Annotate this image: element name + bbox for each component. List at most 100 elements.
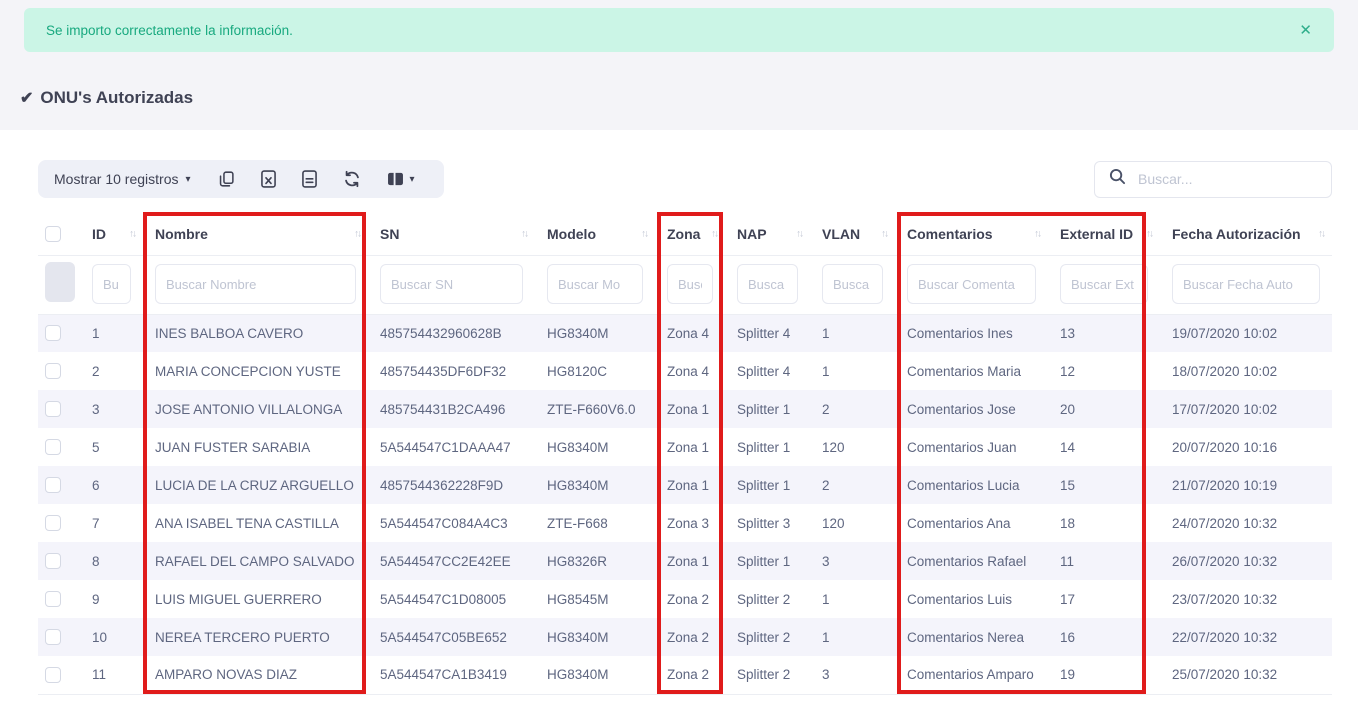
cell-zona: Zona 1 <box>655 428 725 466</box>
export-excel-button[interactable] <box>248 170 289 188</box>
cell-external_id: 20 <box>1048 390 1160 428</box>
row-checkbox[interactable] <box>45 477 61 493</box>
filter-input-zona[interactable] <box>667 264 713 304</box>
row-checkbox[interactable] <box>45 363 61 379</box>
page-title-text: ONU's Autorizadas <box>40 88 193 108</box>
filter-input-vlan[interactable] <box>822 264 883 304</box>
sort-icon[interactable]: ↑↓ <box>641 228 647 239</box>
cell-modelo: HG8340M <box>535 428 655 466</box>
column-header-sn[interactable]: SN ↑↓ <box>368 213 535 255</box>
cell-modelo: HG8545M <box>535 580 655 618</box>
column-visibility-button[interactable]: ▾ <box>374 172 428 186</box>
filter-cell-fecha_autorizacion <box>1160 255 1332 314</box>
column-label: Zona <box>667 226 700 242</box>
filter-input-sn[interactable] <box>380 264 523 304</box>
cell-vlan: 1 <box>810 314 895 352</box>
cell-external_id: 14 <box>1048 428 1160 466</box>
cell-comentarios: Comentarios Lucia <box>895 466 1048 504</box>
row-checkbox-cell <box>38 390 80 428</box>
column-header-comentarios[interactable]: Comentarios ↑↓ <box>895 213 1048 255</box>
filter-input-comentarios[interactable] <box>907 264 1036 304</box>
cell-zona: Zona 3 <box>655 504 725 542</box>
sort-icon[interactable]: ↑↓ <box>881 228 887 239</box>
filter-input-modelo[interactable] <box>547 264 643 304</box>
filter-input-id[interactable] <box>92 264 131 304</box>
cell-modelo: ZTE-F660V6.0 <box>535 390 655 428</box>
cell-nap: Splitter 1 <box>725 390 810 428</box>
row-checkbox[interactable] <box>45 401 61 417</box>
cell-nombre: AMPARO NOVAS DIAZ <box>143 656 368 694</box>
row-checkbox-cell <box>38 504 80 542</box>
cell-nombre: NEREA TERCERO PUERTO <box>143 618 368 656</box>
column-label: Comentarios <box>907 226 993 242</box>
sort-icon[interactable]: ↑↓ <box>129 228 135 239</box>
filter-cell-sn <box>368 255 535 314</box>
sort-icon[interactable]: ↑↓ <box>1318 228 1324 239</box>
row-checkbox[interactable] <box>45 553 61 569</box>
sort-icon[interactable]: ↑↓ <box>796 228 802 239</box>
column-label: SN <box>380 226 399 242</box>
cell-zona: Zona 4 <box>655 314 725 352</box>
column-header-id[interactable]: ID↑↓ <box>80 213 143 255</box>
cell-vlan: 1 <box>810 580 895 618</box>
filter-cell-vlan <box>810 255 895 314</box>
row-checkbox[interactable] <box>45 667 61 683</box>
column-header-modelo[interactable]: Modelo↑↓ <box>535 213 655 255</box>
select-all-header <box>38 213 80 255</box>
document-icon <box>302 170 317 188</box>
search-input[interactable] <box>1138 171 1319 187</box>
sort-icon[interactable]: ↑↓ <box>354 228 360 239</box>
page-length-dropdown[interactable]: Mostrar 10 registros ▾ <box>54 171 191 187</box>
sort-icon[interactable]: ↑↓ <box>711 228 717 239</box>
row-checkbox-cell <box>38 352 80 390</box>
sort-icon[interactable]: ↑↓ <box>521 228 527 239</box>
toolbar-button-group: Mostrar 10 registros ▾ <box>38 160 444 198</box>
filter-checkbox-cell <box>38 255 80 314</box>
cell-nombre: ANA ISABEL TENA CASTILLA <box>143 504 368 542</box>
cell-comentarios: Comentarios Nerea <box>895 618 1048 656</box>
cell-zona: Zona 1 <box>655 390 725 428</box>
cell-sn: 485754435DF6DF32 <box>368 352 535 390</box>
cell-id: 3 <box>80 390 143 428</box>
column-header-nombre[interactable]: Nombre↑↓ <box>143 213 368 255</box>
column-header-external_id[interactable]: External ID↑↓ <box>1048 213 1160 255</box>
column-label: NAP <box>737 226 767 242</box>
filter-input-fecha_autorizacion[interactable] <box>1172 264 1320 304</box>
table-row: 9LUIS MIGUEL GUERRERO5A544547C1D08005HG8… <box>38 580 1332 618</box>
column-header-zona[interactable]: Zona ↑↓ <box>655 213 725 255</box>
cell-fecha_autorizacion: 19/07/2020 10:02 <box>1160 314 1332 352</box>
sort-icon[interactable]: ↑↓ <box>1146 228 1152 239</box>
cell-external_id: 11 <box>1048 542 1160 580</box>
column-label: VLAN <box>822 226 860 242</box>
row-checkbox[interactable] <box>45 439 61 455</box>
sort-icon[interactable]: ↑↓ <box>1034 228 1040 239</box>
cell-vlan: 3 <box>810 656 895 694</box>
row-checkbox[interactable] <box>45 325 61 341</box>
cell-fecha_autorizacion: 24/07/2020 10:32 <box>1160 504 1332 542</box>
export-file-button[interactable] <box>289 170 330 188</box>
filter-input-nap[interactable] <box>737 264 798 304</box>
cell-modelo: HG8340M <box>535 618 655 656</box>
column-header-fecha_autorizacion[interactable]: Fecha Autorización↑↓ <box>1160 213 1332 255</box>
copy-button[interactable] <box>205 170 248 188</box>
cell-zona: Zona 2 <box>655 656 725 694</box>
column-header-vlan[interactable]: VLAN ↑↓ <box>810 213 895 255</box>
filter-input-external_id[interactable] <box>1060 264 1148 304</box>
select-all-checkbox[interactable] <box>45 226 61 242</box>
cell-fecha_autorizacion: 20/07/2020 10:16 <box>1160 428 1332 466</box>
row-checkbox[interactable] <box>45 629 61 645</box>
close-icon[interactable]: ✕ <box>1299 23 1312 38</box>
filter-input-nombre[interactable] <box>155 264 356 304</box>
cell-nap: Splitter 1 <box>725 428 810 466</box>
cell-sn: 4857544362228F9D <box>368 466 535 504</box>
success-alert: Se importo correctamente la información.… <box>24 8 1334 52</box>
row-checkbox[interactable] <box>45 515 61 531</box>
cell-sn: 5A544547C084A4C3 <box>368 504 535 542</box>
column-header-nap[interactable]: NAP ↑↓ <box>725 213 810 255</box>
cell-nombre: INES BALBOA CAVERO <box>143 314 368 352</box>
cell-sn: 5A544547C05BE652 <box>368 618 535 656</box>
cell-fecha_autorizacion: 18/07/2020 10:02 <box>1160 352 1332 390</box>
row-checkbox-cell <box>38 580 80 618</box>
refresh-button[interactable] <box>330 170 374 188</box>
row-checkbox[interactable] <box>45 591 61 607</box>
